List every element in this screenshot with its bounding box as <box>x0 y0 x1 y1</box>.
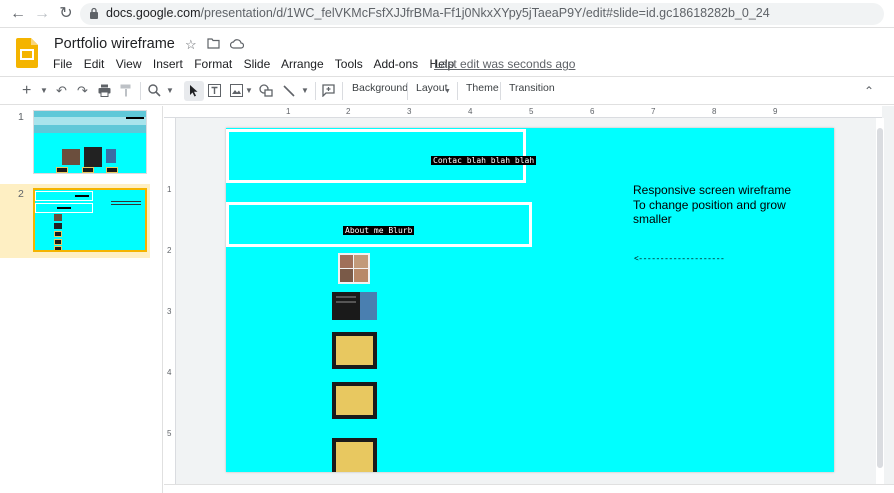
menu-view[interactable]: View <box>116 57 142 71</box>
comment-icon[interactable] <box>322 81 335 101</box>
line-dropdown-icon[interactable]: ▼ <box>301 81 309 101</box>
note-line: Responsive screen wireframe <box>633 183 792 197</box>
menu-bar: File Edit View Insert Format Slide Arran… <box>53 57 462 71</box>
reload-icon[interactable]: ↻ <box>56 4 76 24</box>
undo-icon[interactable]: ↶ <box>56 81 67 101</box>
toolbar-divider <box>500 82 501 100</box>
wireframe-note[interactable]: Responsive screen wireframe To change po… <box>633 183 791 227</box>
star-icon[interactable]: ☆ <box>185 37 197 53</box>
ruler-mark: 2 <box>167 246 172 255</box>
profile-photo-tile[interactable] <box>338 253 370 284</box>
ruler-mark: 6 <box>590 107 595 116</box>
move-folder-icon[interactable] <box>207 37 220 52</box>
zoom-icon[interactable] <box>148 81 161 101</box>
ruler-mark: 3 <box>407 107 412 116</box>
ruler-mark: 5 <box>167 429 172 438</box>
arrow-annotation[interactable]: <-------------------- <box>634 255 725 264</box>
vertical-ruler[interactable]: 1 2 3 4 5 <box>164 118 176 484</box>
project-card-1[interactable] <box>332 332 377 369</box>
text-box-icon[interactable] <box>208 81 221 101</box>
ruler-mark: 8 <box>712 107 717 116</box>
slide-thumbnail-2[interactable] <box>33 188 147 252</box>
url-text: docs.google.com/presentation/d/1WC_felVK… <box>106 6 770 20</box>
theme-button[interactable]: Theme <box>466 82 499 94</box>
forward-icon[interactable]: → <box>32 4 52 24</box>
ruler-mark: 7 <box>651 107 656 116</box>
layout-button[interactable]: Layout <box>416 82 448 94</box>
last-edit-link[interactable]: Last edit was seconds ago <box>434 57 575 71</box>
ruler-mark: 5 <box>529 107 534 116</box>
slide-filmstrip: 1 2 <box>0 106 163 493</box>
layout-dropdown-icon[interactable]: ▼ <box>444 82 451 102</box>
vertical-scrollbar[interactable] <box>876 118 884 484</box>
select-cursor-icon[interactable] <box>184 81 204 101</box>
new-slide-icon[interactable]: + <box>22 81 31 101</box>
slide-number: 1 <box>18 111 24 123</box>
ruler-mark: 3 <box>167 307 172 316</box>
background-button[interactable]: Background <box>352 82 408 94</box>
back-icon[interactable]: ← <box>8 4 28 24</box>
slides-logo-icon[interactable] <box>16 38 38 68</box>
redo-icon[interactable]: ↷ <box>77 81 88 101</box>
horizontal-ruler[interactable]: 1 2 3 4 5 6 7 8 9 <box>164 106 882 118</box>
print-icon[interactable] <box>98 81 111 101</box>
document-title[interactable]: Portfolio wireframe <box>54 36 175 52</box>
image-icon[interactable] <box>230 81 243 101</box>
project-card-3[interactable] <box>332 438 377 472</box>
shape-icon[interactable] <box>259 81 273 101</box>
speaker-notes-divider[interactable] <box>164 484 894 493</box>
project-card-2[interactable] <box>332 382 377 419</box>
about-box[interactable] <box>226 202 532 247</box>
slide-thumbnail-1[interactable] <box>33 110 147 174</box>
ruler-mark: 4 <box>468 107 473 116</box>
slide-number: 2 <box>18 188 24 200</box>
menu-tools[interactable]: Tools <box>335 57 363 71</box>
ruler-mark: 1 <box>167 185 172 194</box>
toolbar-divider <box>407 82 408 100</box>
ruler-mark: 1 <box>286 107 291 116</box>
menu-slide[interactable]: Slide <box>244 57 271 71</box>
docs-header: Portfolio wireframe ☆ File Edit View Ins… <box>0 28 894 76</box>
menu-edit[interactable]: Edit <box>84 57 105 71</box>
transition-button[interactable]: Transition <box>509 82 555 94</box>
ruler-mark: 2 <box>346 107 351 116</box>
project-photo-tile[interactable] <box>332 292 377 320</box>
menu-file[interactable]: File <box>53 57 72 71</box>
url-domain: docs.google.com <box>106 6 201 20</box>
toolbar-divider <box>140 82 141 100</box>
menu-add-ons[interactable]: Add-ons <box>373 57 418 71</box>
note-line: To change position and grow <box>633 197 786 212</box>
zoom-dropdown-icon[interactable]: ▼ <box>166 81 174 101</box>
menu-format[interactable]: Format <box>194 57 232 71</box>
paint-format-icon[interactable] <box>120 81 132 101</box>
scrollbar-thumb[interactable] <box>877 128 883 468</box>
contact-label[interactable]: Contac blah blah blah <box>431 156 537 165</box>
image-dropdown-icon[interactable]: ▼ <box>245 81 253 101</box>
browser-address-bar: ← → ↻ docs.google.com/presentation/d/1WC… <box>0 0 894 28</box>
url-field[interactable]: docs.google.com/presentation/d/1WC_felVK… <box>80 3 884 25</box>
cloud-status-icon[interactable] <box>229 37 245 52</box>
note-line: smaller <box>633 212 672 226</box>
menu-insert[interactable]: Insert <box>153 57 183 71</box>
menu-arrange[interactable]: Arrange <box>281 57 324 71</box>
toolbar-divider <box>457 82 458 100</box>
lock-icon <box>90 7 98 19</box>
toolbar-divider <box>315 82 316 100</box>
slide-canvas[interactable]: Contac blah blah blah About me Blurb Res… <box>226 128 834 472</box>
line-icon[interactable] <box>283 81 295 101</box>
url-path: /presentation/d/1WC_felVKMcFsfXJJfrBMa-F… <box>200 6 770 20</box>
about-label[interactable]: About me Blurb <box>343 226 415 235</box>
ruler-mark: 4 <box>167 368 172 377</box>
toolbar: + ▼ ↶ ↷ ▼ ▼ ▼ Background Layout ▼ Theme … <box>0 76 894 105</box>
ruler-mark: 9 <box>773 107 778 116</box>
new-slide-dropdown-icon[interactable]: ▼ <box>40 81 48 101</box>
toolbar-divider <box>342 82 343 100</box>
collapse-menu-icon[interactable]: ⌃ <box>864 81 874 101</box>
